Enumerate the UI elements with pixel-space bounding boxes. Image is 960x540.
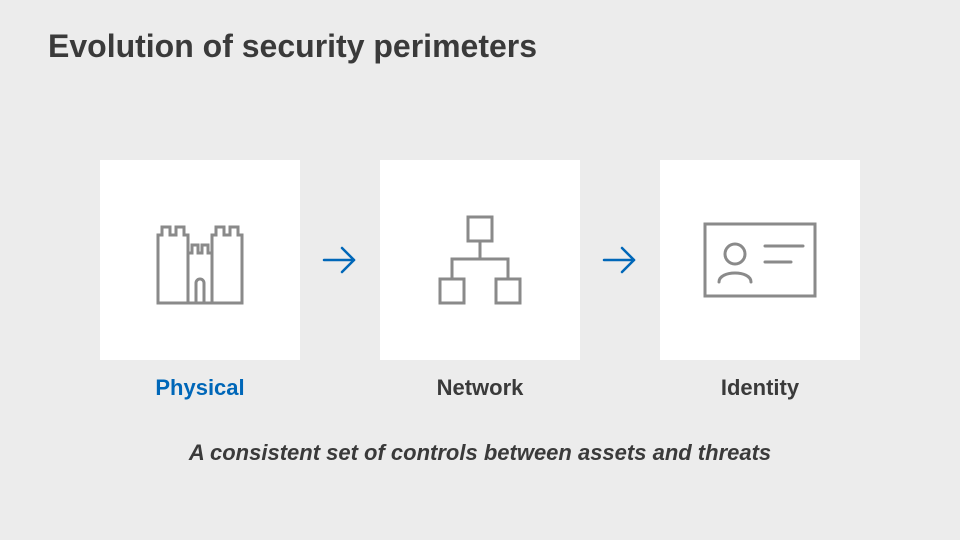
label-identity: Identity bbox=[660, 375, 860, 401]
stages-row bbox=[0, 160, 960, 360]
stage-card-identity bbox=[660, 160, 860, 360]
network-icon bbox=[420, 205, 540, 315]
arrow-right-icon bbox=[318, 238, 362, 282]
stage-card-physical bbox=[100, 160, 300, 360]
id-card-icon bbox=[695, 210, 825, 310]
label-network: Network bbox=[380, 375, 580, 401]
arrow-right-icon bbox=[598, 238, 642, 282]
label-physical: Physical bbox=[100, 375, 300, 401]
stage-labels: Physical Network Identity bbox=[0, 375, 960, 401]
castle-icon bbox=[140, 205, 260, 315]
stage-card-network bbox=[380, 160, 580, 360]
arrow-1 bbox=[300, 238, 380, 282]
arrow-2 bbox=[580, 238, 660, 282]
slide-title: Evolution of security perimeters bbox=[48, 28, 537, 65]
tagline: A consistent set of controls between ass… bbox=[0, 440, 960, 466]
